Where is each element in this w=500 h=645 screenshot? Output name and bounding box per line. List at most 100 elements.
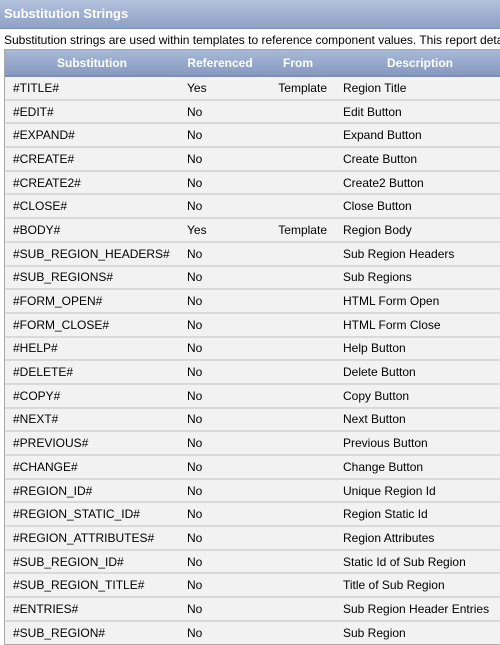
table-row: #CLOSE# No Close Button [5, 194, 500, 220]
table-row: #COPY# No Copy Button [5, 383, 500, 409]
table-row: #SUB_REGIONS# No Sub Regions [5, 265, 500, 291]
table-header-row: Substitution Referenced From Description [5, 50, 500, 77]
table-row: #BODY# Yes Template Region Body [5, 218, 500, 243]
table-row: #SUB_REGION_TITLE# No Title of Sub Region [5, 573, 500, 599]
cell-description: Previous Button [335, 431, 500, 456]
cell-referenced: No [179, 241, 261, 267]
cell-from [261, 360, 335, 385]
cell-referenced: Yes [179, 76, 261, 101]
cell-from [261, 431, 335, 456]
cell-substitution: #REGION_STATIC_ID# [5, 502, 179, 528]
table-row: #FORM_CLOSE# No HTML Form Close [5, 312, 500, 338]
cell-substitution: #FORM_OPEN# [5, 289, 179, 314]
substitution-table: Substitution Referenced From Description… [5, 50, 500, 644]
cell-description: Title of Sub Region [335, 573, 500, 599]
cell-description: Create2 Button [335, 170, 500, 196]
cell-referenced: No [179, 383, 261, 409]
region-title: Substitution Strings [4, 6, 129, 21]
cell-from [261, 99, 335, 125]
cell-substitution: #CREATE2# [5, 170, 179, 196]
table-row: #EXPAND# No Expand Button [5, 123, 500, 149]
cell-description: Region Title [335, 76, 500, 101]
cell-referenced: No [179, 360, 261, 385]
cell-from [261, 573, 335, 599]
cell-description: Edit Button [335, 99, 500, 125]
cell-description: Sub Region Header Entries [335, 597, 500, 622]
substitution-report: Substitution Referenced From Description… [4, 49, 500, 645]
cell-from [261, 597, 335, 622]
substitution-strings-region: Substitution Strings Substitution string… [0, 0, 500, 645]
cell-description: Sub Region [335, 620, 500, 644]
cell-substitution: #REGION_ID# [5, 478, 179, 504]
cell-substitution: #CHANGE# [5, 455, 179, 480]
cell-description: Sub Region Headers [335, 241, 500, 267]
cell-description: Change Button [335, 455, 500, 480]
cell-description: Static Id of Sub Region [335, 549, 500, 575]
cell-description: Region Body [335, 218, 500, 243]
cell-substitution: #FORM_CLOSE# [5, 312, 179, 338]
cell-referenced: No [179, 597, 261, 622]
cell-referenced: No [179, 407, 261, 433]
region-description: Substitution strings are used within tem… [4, 33, 500, 47]
table-row: #CHANGE# No Change Button [5, 455, 500, 480]
cell-from [261, 170, 335, 196]
cell-description: Expand Button [335, 123, 500, 149]
table-row: #DELETE# No Delete Button [5, 360, 500, 385]
table-row: #TITLE# Yes Template Region Title [5, 76, 500, 101]
table-row: #PREVIOUS# No Previous Button [5, 431, 500, 456]
cell-substitution: #EXPAND# [5, 123, 179, 149]
cell-referenced: No [179, 455, 261, 480]
cell-referenced: No [179, 336, 261, 362]
table-row: #NEXT# No Next Button [5, 407, 500, 433]
cell-description: Region Attributes [335, 526, 500, 551]
cell-substitution: #COPY# [5, 383, 179, 409]
cell-referenced: No [179, 478, 261, 504]
cell-from [261, 526, 335, 551]
cell-referenced: No [179, 265, 261, 291]
cell-description: Region Static Id [335, 502, 500, 528]
cell-substitution: #NEXT# [5, 407, 179, 433]
cell-referenced: No [179, 289, 261, 314]
cell-substitution: #SUB_REGION_HEADERS# [5, 241, 179, 267]
column-header-description: Description [335, 50, 500, 77]
cell-referenced: No [179, 549, 261, 575]
table-row: #HELP# No Help Button [5, 336, 500, 362]
cell-from [261, 265, 335, 291]
cell-from [261, 620, 335, 644]
cell-from [261, 336, 335, 362]
cell-from [261, 455, 335, 480]
cell-substitution: #SUB_REGION_TITLE# [5, 573, 179, 599]
cell-description: Next Button [335, 407, 500, 433]
cell-description: Create Button [335, 147, 500, 172]
cell-referenced: No [179, 312, 261, 338]
table-row: #REGION_ATTRIBUTES# No Region Attributes [5, 526, 500, 551]
table-row: #SUB_REGION_HEADERS# No Sub Region Headers [5, 241, 500, 267]
table-row: #EDIT# No Edit Button [5, 99, 500, 125]
cell-from [261, 123, 335, 149]
cell-referenced: No [179, 620, 261, 644]
table-row: #ENTRIES# No Sub Region Header Entries [5, 597, 500, 622]
table-row: #REGION_ID# No Unique Region Id [5, 478, 500, 504]
cell-referenced: No [179, 573, 261, 599]
cell-from [261, 241, 335, 267]
table-row: #SUB_REGION# No Sub Region [5, 620, 500, 644]
cell-from [261, 383, 335, 409]
cell-substitution: #HELP# [5, 336, 179, 362]
cell-substitution: #BODY# [5, 218, 179, 243]
cell-from [261, 549, 335, 575]
cell-substitution: #PREVIOUS# [5, 431, 179, 456]
column-header-referenced: Referenced [179, 50, 261, 77]
cell-referenced: No [179, 431, 261, 456]
cell-substitution: #REGION_ATTRIBUTES# [5, 526, 179, 551]
region-header: Substitution Strings [0, 0, 500, 29]
cell-from [261, 407, 335, 433]
cell-from [261, 289, 335, 314]
cell-referenced: No [179, 502, 261, 528]
cell-referenced: No [179, 194, 261, 220]
cell-description: Delete Button [335, 360, 500, 385]
cell-description: Help Button [335, 336, 500, 362]
column-header-from: From [261, 50, 335, 77]
cell-description: Sub Regions [335, 265, 500, 291]
cell-referenced: No [179, 147, 261, 172]
cell-from: Template [261, 218, 335, 243]
